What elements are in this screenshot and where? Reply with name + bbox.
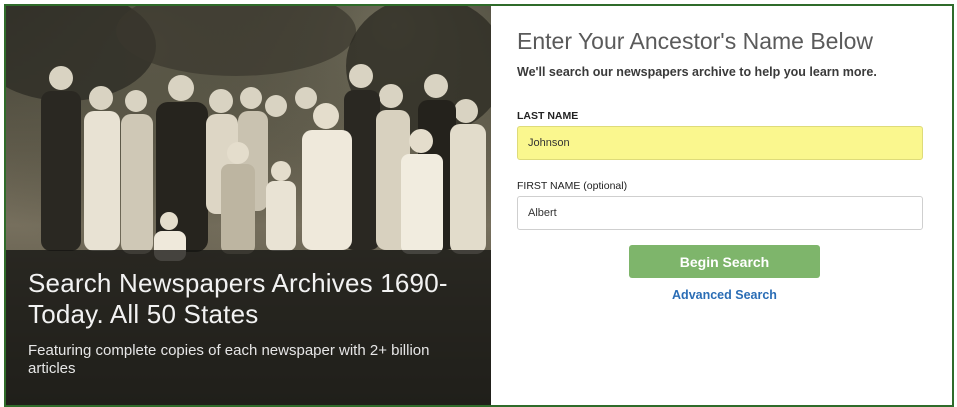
last-name-label: LAST NAME — [517, 110, 579, 122]
search-widget: Search Newspapers Archives 1690-Today. A… — [4, 4, 954, 407]
family-photo: Search Newspapers Archives 1690-Today. A… — [6, 6, 491, 405]
first-name-input[interactable] — [517, 196, 923, 230]
form-subheading: We'll search our newspapers archive to h… — [517, 65, 877, 79]
hero-caption: Search Newspapers Archives 1690-Today. A… — [6, 250, 491, 405]
advanced-search-link[interactable]: Advanced Search — [629, 288, 820, 302]
first-name-label: FIRST NAME (optional) — [517, 180, 628, 192]
search-form: Enter Your Ancestor's Name Below We'll s… — [491, 6, 952, 405]
hero-title: Search Newspapers Archives 1690-Today. A… — [28, 268, 448, 329]
last-name-input[interactable] — [517, 126, 923, 160]
begin-search-button[interactable]: Begin Search — [629, 245, 820, 278]
hero-subtitle: Featuring complete copies of each newspa… — [28, 342, 430, 377]
form-heading: Enter Your Ancestor's Name Below — [517, 28, 873, 54]
